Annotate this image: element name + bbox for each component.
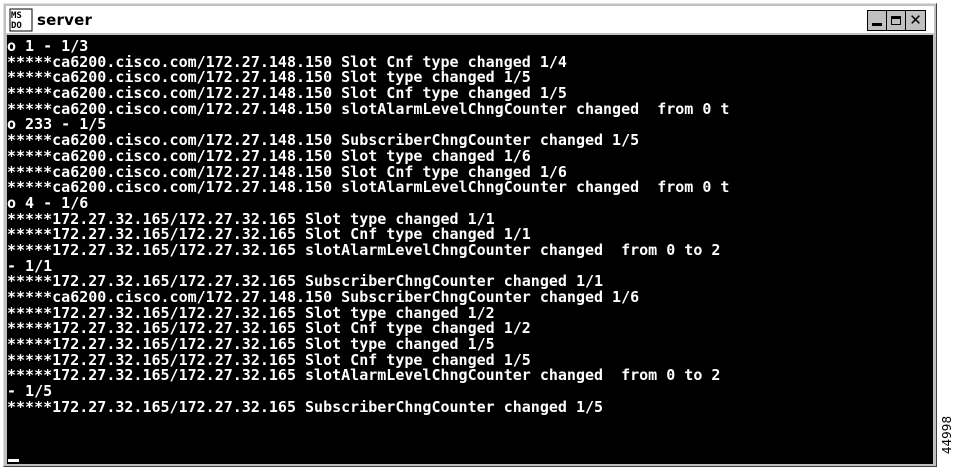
minimize-button[interactable]: [868, 11, 887, 30]
console-lines: o 1 - 1/3 *****ca6200.cisco.com/172.27.14…: [7, 39, 933, 416]
window-controls: ✕: [867, 10, 926, 31]
svg-text:MS: MS: [11, 11, 22, 21]
console-line: *****ca6200.cisco.com/172.27.148.150 Slo…: [7, 148, 531, 165]
console-line: *****172.27.32.165/172.27.32.165 Slot ty…: [7, 305, 495, 322]
console-line: - 1/5: [7, 384, 53, 400]
console-output[interactable]: o 1 - 1/3 *****ca6200.cisco.com/172.27.14…: [7, 35, 933, 464]
ms-dos-icon[interactable]: MS DO: [9, 8, 33, 32]
svg-text:DO: DO: [11, 21, 22, 31]
console-line: *****ca6200.cisco.com/172.27.148.150 Slo…: [7, 54, 567, 71]
text-cursor: [8, 459, 19, 462]
maximize-icon: [891, 16, 901, 25]
maximize-button[interactable]: [887, 11, 906, 30]
window-title: server: [37, 10, 93, 29]
console-line: *****172.27.32.165/172.27.32.165 slotAla…: [7, 242, 721, 259]
cursor-row: [7, 459, 19, 462]
console-line: o 1 - 1/3: [7, 39, 89, 55]
console-line: *****ca6200.cisco.com/172.27.148.150 Sub…: [7, 133, 640, 149]
title-bar[interactable]: MS DO server ✕: [6, 6, 934, 33]
console-line: *****ca6200.cisco.com/172.27.148.150 slo…: [7, 180, 730, 196]
console-line: o 4 - 1/6: [7, 195, 89, 212]
minimize-icon: [872, 23, 882, 26]
console-line: - 1/1: [7, 258, 53, 275]
console-line: *****172.27.32.165/172.27.32.165 Subscri…: [7, 274, 604, 290]
close-icon: ✕: [909, 11, 922, 29]
figure-id: 44998: [937, 410, 957, 460]
console-window: MS DO server ✕ o 1 - 1/3 *****ca6200.cisc…: [3, 3, 937, 467]
close-button[interactable]: ✕: [906, 11, 925, 30]
console-line: *****172.27.32.165/172.27.32.165 Slot ty…: [7, 211, 495, 228]
console-line: *****ca6200.cisco.com/172.27.148.150 Sub…: [7, 290, 640, 306]
console-line: o 233 - 1/5: [7, 117, 107, 134]
console-line: *****ca6200.cisco.com/172.27.148.150 Slo…: [7, 70, 531, 87]
console-line: *****172.27.32.165/172.27.32.165 slotAla…: [7, 368, 721, 385]
console-line: *****ca6200.cisco.com/172.27.148.150 slo…: [7, 101, 730, 118]
console-line: *****172.27.32.165/172.27.32.165 Slot Cn…: [7, 227, 531, 243]
console-line: *****172.27.32.165/172.27.32.165 Slot ty…: [7, 337, 495, 353]
console-line: *****172.27.32.165/172.27.32.165 Slot Cn…: [7, 352, 531, 369]
console-line: *****172.27.32.165/172.27.32.165 Slot Cn…: [7, 321, 531, 338]
console-line: *****172.27.32.165/172.27.32.165 Subscri…: [7, 399, 604, 416]
figure-id-label: 44998: [940, 415, 954, 455]
console-line: *****ca6200.cisco.com/172.27.148.150 Slo…: [7, 164, 567, 181]
console-line: *****ca6200.cisco.com/172.27.148.150 Slo…: [7, 86, 567, 102]
